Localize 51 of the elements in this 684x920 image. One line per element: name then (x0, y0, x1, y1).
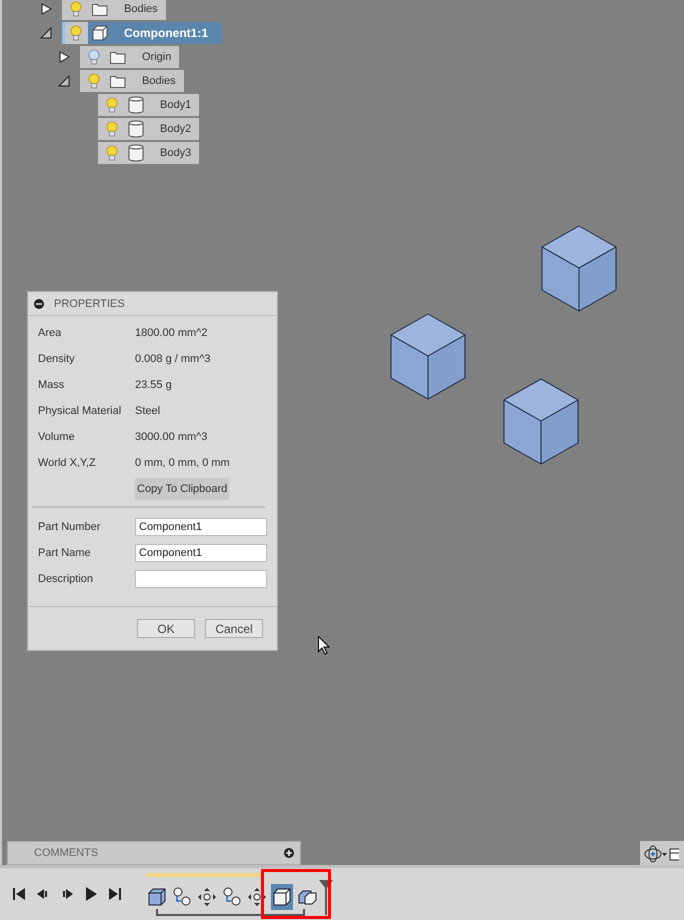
cylinder-icon (128, 144, 144, 162)
property-value: 23.55 g (135, 379, 172, 391)
collapsed-arrow-icon[interactable] (40, 3, 52, 15)
property-label: Volume (38, 431, 76, 443)
input-field[interactable] (135, 570, 267, 588)
expanded-arrow-icon[interactable] (40, 27, 52, 39)
play-icon[interactable] (83, 886, 99, 902)
cylinder-icon (128, 120, 144, 138)
field-label: Part Number (38, 521, 102, 533)
orbit-icon[interactable] (643, 844, 667, 862)
property-label: Area (38, 327, 62, 339)
property-value: 3000.00 mm^3 (135, 431, 208, 443)
property-value: 0.008 g / mm^3 (135, 353, 210, 365)
field-label: Part Name (38, 547, 92, 559)
browser-item[interactable]: Body3 (98, 142, 200, 164)
folder-icon (110, 74, 126, 88)
timeline-marker-icon[interactable] (319, 878, 333, 914)
panel-title: PROPERTIES (54, 298, 125, 310)
expanded-arrow-icon[interactable] (58, 75, 70, 87)
dialog-button[interactable]: Cancel (205, 619, 263, 638)
collapse-icon[interactable] (34, 298, 44, 308)
property-label: Mass (38, 379, 66, 391)
browser-item[interactable]: Origin (80, 46, 180, 68)
property-label: Physical Material (38, 405, 122, 417)
pointer-cursor-icon (318, 636, 330, 655)
input-field[interactable]: Component1 (135, 518, 267, 536)
cylinder-icon (128, 96, 144, 114)
property-value: 0 mm, 0 mm, 0 mm (135, 457, 230, 469)
copy-button[interactable]: Copy To Clipboard (135, 478, 230, 500)
timeline-feature[interactable] (271, 884, 293, 910)
folder-icon (110, 50, 126, 64)
property-value: Steel (135, 405, 160, 417)
field-label: Description (38, 573, 94, 585)
collapsed-arrow-icon[interactable] (58, 51, 70, 63)
box-icon (92, 25, 108, 41)
comments-title: COMMENTS (34, 847, 98, 859)
input-field[interactable]: Component1 (135, 544, 267, 562)
browser-item[interactable]: Bodies (80, 70, 184, 92)
property-label: Density (38, 353, 76, 365)
highlight-frame (261, 869, 331, 919)
browser-item[interactable]: Body1 (98, 94, 200, 116)
browser-item[interactable]: Component1:1 (62, 22, 222, 44)
property-value: 1800.00 mm^2 (135, 327, 208, 339)
skip-to-end-icon[interactable] (107, 886, 123, 902)
browser-item[interactable]: Bodies (62, 0, 166, 20)
dialog-button[interactable]: OK (137, 619, 195, 638)
skip-to-start-icon[interactable] (11, 886, 27, 902)
browser-item[interactable]: Body2 (98, 118, 200, 140)
add-icon[interactable] (284, 848, 294, 858)
property-label: World X,Y,Z (38, 457, 97, 469)
folder-icon (92, 2, 108, 16)
